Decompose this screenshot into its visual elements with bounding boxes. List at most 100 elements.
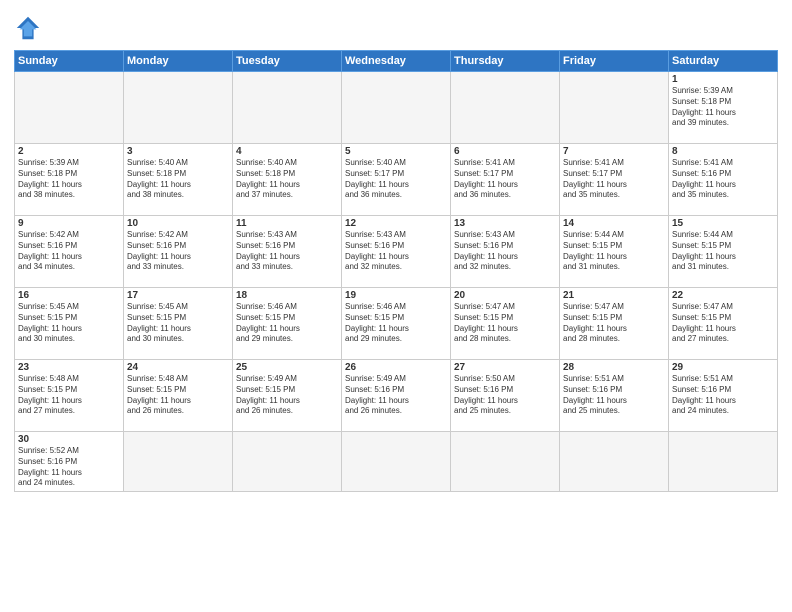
calendar-cell: 18Sunrise: 5:46 AM Sunset: 5:15 PM Dayli… [233,288,342,360]
calendar-week-row: 16Sunrise: 5:45 AM Sunset: 5:15 PM Dayli… [15,288,778,360]
calendar-cell: 12Sunrise: 5:43 AM Sunset: 5:16 PM Dayli… [342,216,451,288]
calendar-cell: 4Sunrise: 5:40 AM Sunset: 5:18 PM Daylig… [233,144,342,216]
day-info: Sunrise: 5:41 AM Sunset: 5:17 PM Dayligh… [454,158,556,201]
day-info: Sunrise: 5:46 AM Sunset: 5:15 PM Dayligh… [236,302,338,345]
calendar-cell: 9Sunrise: 5:42 AM Sunset: 5:16 PM Daylig… [15,216,124,288]
day-number: 26 [345,362,447,373]
day-info: Sunrise: 5:45 AM Sunset: 5:15 PM Dayligh… [18,302,120,345]
calendar-cell: 15Sunrise: 5:44 AM Sunset: 5:15 PM Dayli… [669,216,778,288]
calendar-cell [233,432,342,492]
calendar-cell: 16Sunrise: 5:45 AM Sunset: 5:15 PM Dayli… [15,288,124,360]
calendar-cell: 14Sunrise: 5:44 AM Sunset: 5:15 PM Dayli… [560,216,669,288]
day-info: Sunrise: 5:46 AM Sunset: 5:15 PM Dayligh… [345,302,447,345]
day-number: 27 [454,362,556,373]
day-info: Sunrise: 5:40 AM Sunset: 5:18 PM Dayligh… [236,158,338,201]
calendar-week-row: 9Sunrise: 5:42 AM Sunset: 5:16 PM Daylig… [15,216,778,288]
day-info: Sunrise: 5:40 AM Sunset: 5:17 PM Dayligh… [345,158,447,201]
day-info: Sunrise: 5:42 AM Sunset: 5:16 PM Dayligh… [127,230,229,273]
calendar-cell: 29Sunrise: 5:51 AM Sunset: 5:16 PM Dayli… [669,360,778,432]
day-number: 5 [345,146,447,157]
day-number: 25 [236,362,338,373]
day-info: Sunrise: 5:39 AM Sunset: 5:18 PM Dayligh… [672,86,774,129]
page: SundayMondayTuesdayWednesdayThursdayFrid… [0,0,792,612]
weekday-header: Tuesday [233,51,342,72]
calendar-cell [124,72,233,144]
calendar-cell: 3Sunrise: 5:40 AM Sunset: 5:18 PM Daylig… [124,144,233,216]
calendar-cell: 10Sunrise: 5:42 AM Sunset: 5:16 PM Dayli… [124,216,233,288]
day-number: 21 [563,290,665,301]
day-number: 2 [18,146,120,157]
day-number: 12 [345,218,447,229]
day-number: 9 [18,218,120,229]
calendar-cell [560,432,669,492]
day-info: Sunrise: 5:48 AM Sunset: 5:15 PM Dayligh… [127,374,229,417]
day-number: 19 [345,290,447,301]
day-number: 18 [236,290,338,301]
day-info: Sunrise: 5:45 AM Sunset: 5:15 PM Dayligh… [127,302,229,345]
day-info: Sunrise: 5:40 AM Sunset: 5:18 PM Dayligh… [127,158,229,201]
weekday-header: Saturday [669,51,778,72]
calendar-cell: 25Sunrise: 5:49 AM Sunset: 5:15 PM Dayli… [233,360,342,432]
calendar-cell: 11Sunrise: 5:43 AM Sunset: 5:16 PM Dayli… [233,216,342,288]
day-info: Sunrise: 5:49 AM Sunset: 5:16 PM Dayligh… [345,374,447,417]
day-info: Sunrise: 5:43 AM Sunset: 5:16 PM Dayligh… [236,230,338,273]
day-number: 15 [672,218,774,229]
day-info: Sunrise: 5:47 AM Sunset: 5:15 PM Dayligh… [563,302,665,345]
weekday-header: Thursday [451,51,560,72]
calendar-cell: 27Sunrise: 5:50 AM Sunset: 5:16 PM Dayli… [451,360,560,432]
day-number: 14 [563,218,665,229]
day-number: 16 [18,290,120,301]
logo [14,14,46,42]
calendar-table: SundayMondayTuesdayWednesdayThursdayFrid… [14,50,778,492]
day-info: Sunrise: 5:44 AM Sunset: 5:15 PM Dayligh… [672,230,774,273]
calendar-week-row: 30Sunrise: 5:52 AM Sunset: 5:16 PM Dayli… [15,432,778,492]
day-number: 13 [454,218,556,229]
weekday-header: Wednesday [342,51,451,72]
day-info: Sunrise: 5:39 AM Sunset: 5:18 PM Dayligh… [18,158,120,201]
day-number: 4 [236,146,338,157]
day-info: Sunrise: 5:43 AM Sunset: 5:16 PM Dayligh… [454,230,556,273]
calendar-cell [342,432,451,492]
day-info: Sunrise: 5:49 AM Sunset: 5:15 PM Dayligh… [236,374,338,417]
day-info: Sunrise: 5:47 AM Sunset: 5:15 PM Dayligh… [454,302,556,345]
calendar-week-row: 2Sunrise: 5:39 AM Sunset: 5:18 PM Daylig… [15,144,778,216]
calendar-cell: 6Sunrise: 5:41 AM Sunset: 5:17 PM Daylig… [451,144,560,216]
calendar-week-row: 23Sunrise: 5:48 AM Sunset: 5:15 PM Dayli… [15,360,778,432]
calendar-cell: 8Sunrise: 5:41 AM Sunset: 5:16 PM Daylig… [669,144,778,216]
day-info: Sunrise: 5:52 AM Sunset: 5:16 PM Dayligh… [18,446,120,489]
calendar-cell: 7Sunrise: 5:41 AM Sunset: 5:17 PM Daylig… [560,144,669,216]
day-info: Sunrise: 5:42 AM Sunset: 5:16 PM Dayligh… [18,230,120,273]
calendar-cell: 5Sunrise: 5:40 AM Sunset: 5:17 PM Daylig… [342,144,451,216]
calendar-cell: 24Sunrise: 5:48 AM Sunset: 5:15 PM Dayli… [124,360,233,432]
logo-icon [14,14,42,42]
day-number: 6 [454,146,556,157]
calendar-cell [342,72,451,144]
calendar-cell: 2Sunrise: 5:39 AM Sunset: 5:18 PM Daylig… [15,144,124,216]
day-number: 3 [127,146,229,157]
day-info: Sunrise: 5:48 AM Sunset: 5:15 PM Dayligh… [18,374,120,417]
day-number: 28 [563,362,665,373]
calendar-cell: 19Sunrise: 5:46 AM Sunset: 5:15 PM Dayli… [342,288,451,360]
calendar-cell [560,72,669,144]
day-number: 7 [563,146,665,157]
day-info: Sunrise: 5:47 AM Sunset: 5:15 PM Dayligh… [672,302,774,345]
calendar-cell: 1Sunrise: 5:39 AM Sunset: 5:18 PM Daylig… [669,72,778,144]
day-number: 1 [672,74,774,85]
weekday-header: Friday [560,51,669,72]
calendar-cell: 30Sunrise: 5:52 AM Sunset: 5:16 PM Dayli… [15,432,124,492]
day-number: 8 [672,146,774,157]
day-info: Sunrise: 5:50 AM Sunset: 5:16 PM Dayligh… [454,374,556,417]
calendar-cell [451,72,560,144]
day-info: Sunrise: 5:51 AM Sunset: 5:16 PM Dayligh… [672,374,774,417]
day-number: 10 [127,218,229,229]
calendar-cell: 21Sunrise: 5:47 AM Sunset: 5:15 PM Dayli… [560,288,669,360]
calendar-cell: 23Sunrise: 5:48 AM Sunset: 5:15 PM Dayli… [15,360,124,432]
day-number: 22 [672,290,774,301]
day-info: Sunrise: 5:41 AM Sunset: 5:16 PM Dayligh… [672,158,774,201]
calendar-cell: 13Sunrise: 5:43 AM Sunset: 5:16 PM Dayli… [451,216,560,288]
day-number: 24 [127,362,229,373]
calendar-cell: 26Sunrise: 5:49 AM Sunset: 5:16 PM Dayli… [342,360,451,432]
calendar-cell: 22Sunrise: 5:47 AM Sunset: 5:15 PM Dayli… [669,288,778,360]
day-info: Sunrise: 5:51 AM Sunset: 5:16 PM Dayligh… [563,374,665,417]
day-number: 29 [672,362,774,373]
